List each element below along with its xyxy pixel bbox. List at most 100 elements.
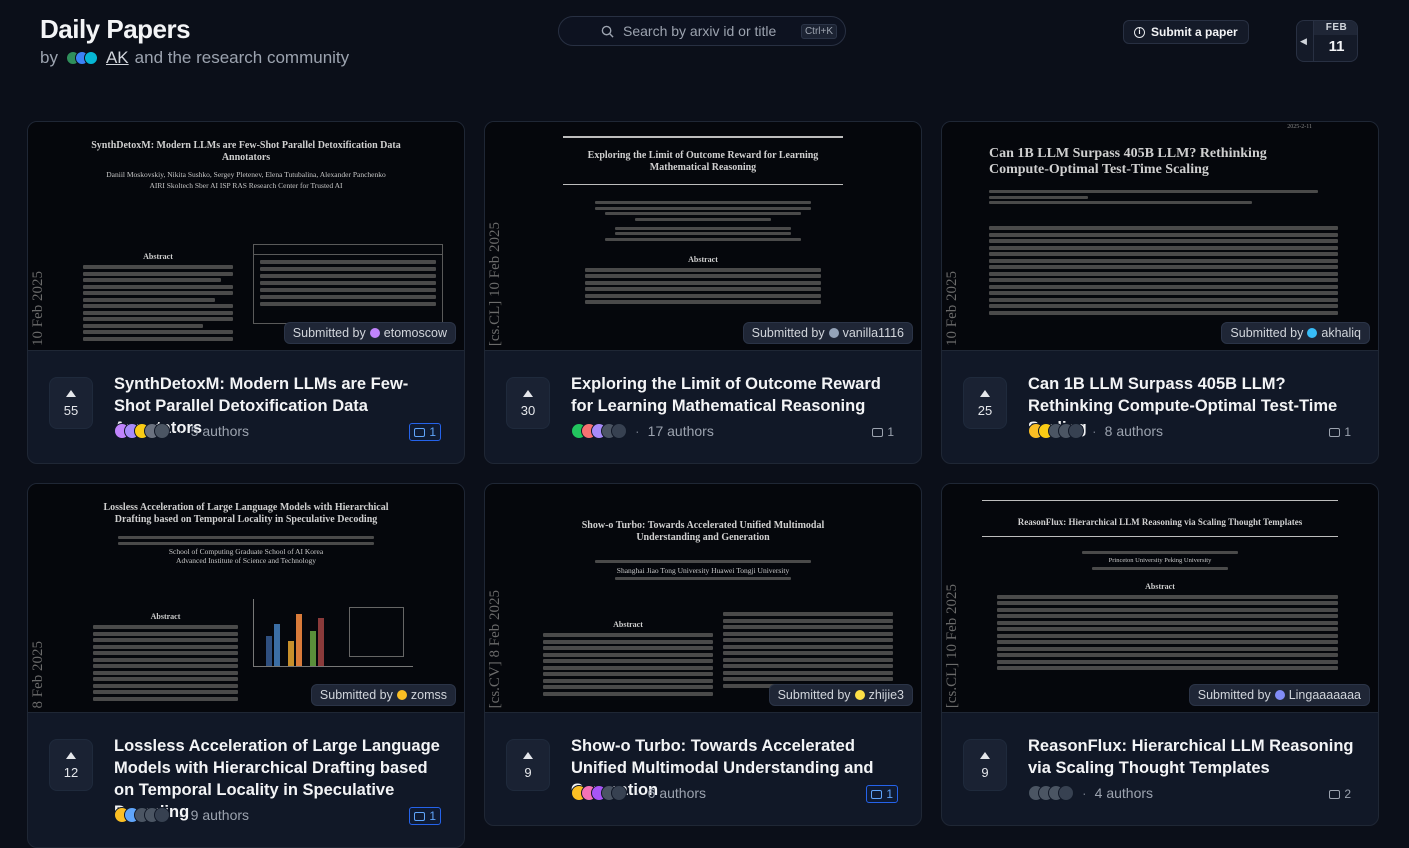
upvote-count: 12 (63, 765, 79, 780)
paper-preview: Lossless Acceleration of Large Language … (38, 484, 454, 712)
comment-icon (414, 427, 426, 437)
author-avatars (1028, 423, 1084, 439)
thumb-title: Show-o Turbo: Towards Accelerated Unifie… (581, 520, 825, 543)
paper-card[interactable]: Exploring the Limit of Outcome Reward fo… (484, 121, 922, 464)
paper-thumbnail[interactable]: 2025-2-11 Can 1B LLM Surpass 405B LLM? R… (942, 122, 1378, 351)
calendar-date[interactable]: FEB 11 (1313, 21, 1357, 61)
paper-card[interactable]: Show-o Turbo: Towards Accelerated Unifie… (484, 483, 922, 826)
avatar (1068, 423, 1084, 439)
arxiv-stamp: [cs.CV] 8 Feb 2025 (487, 589, 503, 708)
submitted-by-label: Submitted by (1197, 688, 1271, 702)
upvote-button[interactable]: 25 (963, 377, 1007, 429)
authors-count[interactable]: 9 authors (191, 807, 249, 823)
thumb-title: Exploring the Limit of Outcome Reward fo… (587, 150, 819, 173)
upvote-button[interactable]: 30 (506, 377, 550, 429)
author-avatars (571, 423, 627, 439)
submitted-by-badge[interactable]: Submitted by Lingaaaaaaa (1188, 684, 1370, 706)
avatar (1307, 328, 1318, 338)
authors-count[interactable]: 4 authors (1095, 785, 1153, 801)
paper-meta: · 8 authors (1028, 423, 1163, 439)
page-header: Daily Papers by AK and the research comm… (0, 0, 1409, 100)
paper-thumbnail[interactable]: Lossless Acceleration of Large Language … (28, 484, 464, 713)
thumb-affiliations: School of Computing Graduate School of A… (168, 547, 324, 565)
comment-icon (872, 427, 884, 437)
thumb-title: ReasonFlux: Hierarchical LLM Reasoning v… (1017, 517, 1303, 527)
search-shortcut-badge: Ctrl+K (800, 24, 837, 39)
comment-icon (414, 811, 426, 821)
paper-card[interactable]: SynthDetoxM: Modern LLMs are Few-Shot Pa… (27, 121, 465, 464)
comments-button[interactable]: 2 (1325, 785, 1355, 803)
thumb-date: 2025-2-11 (1287, 124, 1312, 130)
submitter-name[interactable]: Lingaaaaaaa (1289, 688, 1361, 702)
author-link[interactable]: AK (106, 48, 129, 68)
byline-tail: and the research community (134, 48, 350, 67)
paper-card[interactable]: Lossless Acceleration of Large Language … (27, 483, 465, 848)
submitted-by-label: Submitted by (319, 688, 393, 702)
submitted-by-badge[interactable]: Submitted by etomoscow (283, 322, 456, 344)
chevron-left-icon[interactable]: ◀ (1300, 36, 1307, 47)
comments-button[interactable]: 1 (1325, 423, 1355, 441)
separator-dot: · (635, 423, 640, 439)
thumb-affiliations: Princeton University Peking University (1108, 556, 1212, 564)
date-month: FEB (1314, 21, 1357, 35)
upvote-arrow-icon (66, 390, 76, 397)
upvote-button[interactable]: 9 (963, 739, 1007, 791)
paper-thumbnail[interactable]: Show-o Turbo: Towards Accelerated Unifie… (485, 484, 921, 713)
paper-thumbnail[interactable]: SynthDetoxM: Modern LLMs are Few-Shot Pa… (28, 122, 464, 351)
authors-count[interactable]: 17 authors (648, 423, 714, 439)
paper-meta: · 5 authors (114, 423, 249, 439)
paper-card[interactable]: ReasonFlux: Hierarchical LLM Reasoning v… (941, 483, 1379, 826)
upvote-count: 9 (981, 765, 989, 780)
thumb-affiliations: Shanghai Jiao Tong University Huawei Ton… (616, 565, 790, 575)
search-input[interactable]: Search by arxiv id or title Ctrl+K (558, 16, 846, 46)
separator-dot: · (1082, 785, 1087, 801)
date-picker[interactable]: ◀ FEB 11 (1296, 20, 1358, 62)
thumb-abstract-heading: Abstract (613, 620, 643, 629)
paper-thumbnail[interactable]: Exploring the Limit of Outcome Reward fo… (485, 122, 921, 351)
submitter-name[interactable]: zomss (411, 688, 447, 702)
submitted-by-badge[interactable]: Submitted by zomss (310, 684, 456, 706)
avatar (611, 785, 627, 801)
submit-paper-button[interactable]: i Submit a paper (1123, 20, 1249, 44)
paper-preview: ReasonFlux: Hierarchical LLM Reasoning v… (952, 484, 1368, 712)
submitted-by-badge[interactable]: Submitted by vanilla1116 (742, 322, 913, 344)
comment-icon (871, 789, 883, 799)
authors-count[interactable]: 6 authors (648, 785, 706, 801)
paper-title[interactable]: ReasonFlux: Hierarchical LLM Reasoning v… (1028, 735, 1358, 779)
comments-count: 1 (1344, 425, 1351, 439)
paper-thumbnail[interactable]: ReasonFlux: Hierarchical LLM Reasoning v… (942, 484, 1378, 713)
upvote-count: 9 (524, 765, 532, 780)
comments-count: 1 (429, 425, 436, 439)
submitted-by-badge[interactable]: Submitted by akhaliq (1221, 322, 1370, 344)
thumb-abstract-heading: Abstract (1145, 581, 1175, 591)
comments-button[interactable]: 1 (409, 807, 441, 825)
upvote-button[interactable]: 9 (506, 739, 550, 791)
avatar (369, 328, 380, 338)
submitter-name[interactable]: vanilla1116 (843, 326, 904, 340)
thumb-abstract-heading: Abstract (688, 254, 718, 264)
submitter-name[interactable]: etomoscow (384, 326, 447, 340)
author-avatars (1028, 785, 1074, 801)
paper-title[interactable]: Exploring the Limit of Outcome Reward fo… (571, 373, 901, 417)
separator-dot: · (635, 785, 640, 801)
arxiv-stamp: 10 Feb 2025 (30, 271, 46, 346)
paper-card[interactable]: 2025-2-11 Can 1B LLM Surpass 405B LLM? R… (941, 121, 1379, 464)
arxiv-stamp: 8 Feb 2025 (30, 640, 46, 709)
submitter-name[interactable]: akhaliq (1321, 326, 1361, 340)
submitter-name[interactable]: zhijie3 (869, 688, 904, 702)
byline: by AK and the research community (40, 48, 349, 68)
paper-preview: Show-o Turbo: Towards Accelerated Unifie… (495, 484, 911, 712)
paper-preview: 2025-2-11 Can 1B LLM Surpass 405B LLM? R… (952, 122, 1368, 350)
byline-by: by (40, 48, 58, 67)
upvote-button[interactable]: 12 (49, 739, 93, 791)
paper-preview: SynthDetoxM: Modern LLMs are Few-Shot Pa… (38, 122, 454, 350)
comments-count: 1 (886, 787, 893, 801)
comments-button[interactable]: 1 (409, 423, 441, 441)
authors-count[interactable]: 8 authors (1105, 423, 1163, 439)
upvote-button[interactable]: 55 (49, 377, 93, 429)
comments-button[interactable]: 1 (866, 785, 898, 803)
thumb-title: Lossless Acceleration of Large Language … (103, 502, 389, 525)
authors-count[interactable]: 5 authors (191, 423, 249, 439)
comments-button[interactable]: 1 (868, 423, 898, 441)
submitted-by-badge[interactable]: Submitted by zhijie3 (768, 684, 913, 706)
